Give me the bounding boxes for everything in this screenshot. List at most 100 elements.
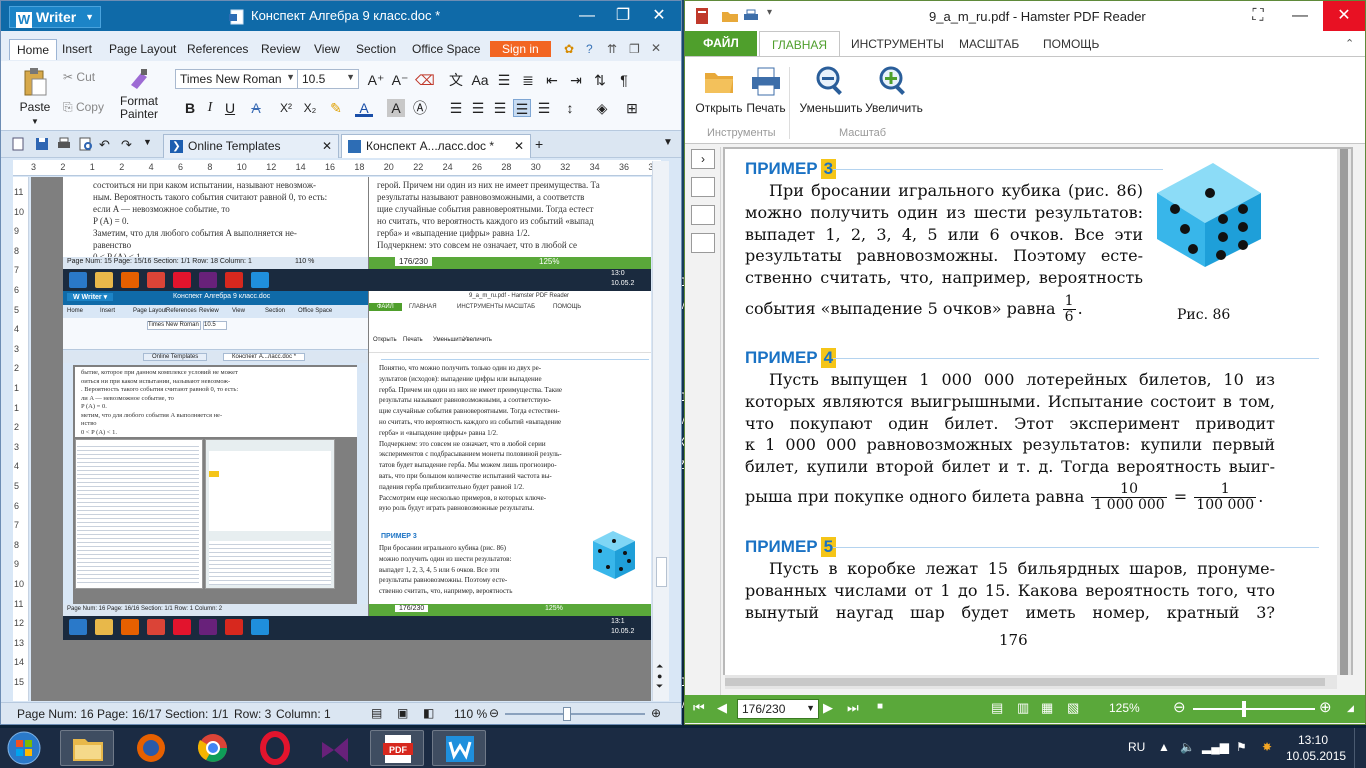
char-border-icon[interactable]: Ⓐ [411,99,429,117]
skin-icon[interactable]: ✿ [564,42,574,56]
italic-button[interactable]: I [201,99,219,117]
pdf-page[interactable]: ПРИМЕР 3 При бросании игрального кубика (… [725,149,1337,675]
print-icon[interactable] [57,137,71,151]
pdf-title-bar[interactable]: ▾ 9_a_m_ru.pdf - Hamster PDF Reader ⛶ — … [685,1,1365,31]
format-painter-button[interactable]: Format Painter [113,67,165,121]
indent-icon[interactable]: ⇥ [567,71,585,89]
writer-app-menu-button[interactable]: W Writer ▼ [9,6,101,28]
font-size-select[interactable]: 10.5 ▼ [297,69,359,89]
close-button[interactable]: ✕ [641,1,677,31]
zoom-in-icon[interactable]: ⊕ [651,706,661,720]
tab-online-templates[interactable]: ❯ Online Templates ✕ [163,134,339,158]
sign-in-button[interactable]: Sign in [490,41,551,57]
zoom-out-icon[interactable]: ⊖ [1173,698,1186,716]
menu-home[interactable]: ГЛАВНАЯ [759,31,841,57]
menu-page-layout[interactable]: Page Layout [109,42,176,56]
zoom-slider[interactable] [505,707,645,721]
menu-tools[interactable]: ИНСТРУМЕНТЫ [851,37,944,51]
menu-office-space[interactable]: Office Space [412,42,480,56]
thumbnails-icon[interactable] [691,205,715,225]
quick-access-dropdown-icon[interactable]: ▾ [767,7,772,18]
tab-list-icon[interactable]: ▼ [663,137,673,148]
vertical-ruler[interactable]: 11 10 9 8 7 6 5 4 3 2 1 1 2 3 4 5 6 7 8 9 10 11 12 13 14 15 [13,177,29,701]
show-marks-icon[interactable]: ¶ [615,71,633,89]
open-folder-icon[interactable] [721,9,739,23]
show-hidden-icons-icon[interactable]: ▲ [1158,740,1170,754]
menu-references[interactable]: References [187,42,248,56]
menu-scale[interactable]: МАСШТАБ [959,37,1019,51]
minimize-button[interactable]: — [569,1,605,31]
print-icon[interactable] [743,9,759,23]
grow-font-icon[interactable]: A⁺ [367,71,385,89]
writer-vertical-scrollbar[interactable]: ⏶ ● ⏷ [652,161,669,701]
taskbar-explorer[interactable] [60,730,114,766]
font-color-icon[interactable]: A [355,99,373,117]
cut-button[interactable]: ✂ Cut [63,71,95,84]
change-case-icon[interactable]: Aa [471,71,489,89]
next-page-icon[interactable]: ⏷ [656,681,663,692]
clock[interactable]: 13:10 10.05.2015 [1286,732,1346,764]
zoom-in-button[interactable]: Увеличить [865,65,923,115]
action-center-icon[interactable]: ⚑ [1236,740,1247,754]
resize-grip-icon[interactable]: ◢ [1347,703,1354,714]
network-icon[interactable]: ▂▄▆ [1202,740,1229,754]
align-left-icon[interactable]: ☰ [447,99,465,117]
font-name-select[interactable]: Times New Roman ▼ [175,69,299,89]
zoom-slider-thumb[interactable] [1242,701,1247,717]
web-layout-icon[interactable]: ◧ [423,706,434,720]
continuous-icon[interactable]: ▥ [1017,700,1029,716]
volume-icon[interactable]: 🔈 [1180,740,1195,754]
horizontal-ruler[interactable]: 3212468101214161820222426283032343638 [13,160,661,176]
tab-konspekt[interactable]: Конспект А...ласс.doc * ✕ [341,134,531,158]
zoom-in-icon[interactable]: ⊕ [1319,698,1332,716]
minimize-button[interactable]: — [1279,1,1321,31]
print-layout-icon[interactable]: ▤ [371,706,382,720]
pin-icon[interactable]: ⇈ [607,42,617,56]
taskbar-opera[interactable] [248,730,302,766]
line-spacing-icon[interactable]: ↕ [561,99,579,117]
taskbar-firefox[interactable] [124,730,178,766]
char-shading-icon[interactable]: A [387,99,405,117]
prev-page-icon[interactable]: ◀ [717,700,727,716]
page-number-input[interactable]: 176/230 ▼ [737,699,819,719]
last-page-icon[interactable]: ⏭ [847,700,859,716]
menu-section[interactable]: Section [356,42,396,56]
copy-button[interactable]: ⎘ Copy [63,101,104,114]
wen-icon[interactable]: 文 [447,71,465,89]
writer-title-bar[interactable]: W Writer ▼ Конспект Алгебра 9 класс.doc *… [1,1,681,31]
close-button[interactable]: ✕ [1323,1,1365,31]
tab-close-icon[interactable]: ✕ [322,139,332,153]
redo-icon[interactable]: ↷ [121,137,132,153]
save-icon[interactable] [35,137,49,151]
borders-icon[interactable]: ⊞ [623,99,641,117]
two-page-continuous-icon[interactable]: ▧ [1067,700,1079,716]
shrink-font-icon[interactable]: A⁻ [391,71,409,89]
align-right-icon[interactable]: ☰ [491,99,509,117]
list-numbers-icon[interactable]: ≣ [519,71,537,89]
text-search-icon[interactable] [691,233,715,253]
list-bullets-icon[interactable]: ☰ [495,71,513,89]
pdf-horizontal-scrollbar[interactable] [725,675,1337,689]
next-page-icon[interactable]: ▶ [823,700,833,716]
open-button[interactable]: Открыть [695,65,743,115]
fullscreen-toggle-button[interactable]: ⛶ [1237,1,1279,31]
zoom-out-button[interactable]: Уменьшить [799,65,863,115]
help-icon[interactable]: ? [586,42,593,56]
zoom-slider-thumb[interactable] [562,707,571,721]
file-menu[interactable]: ФАЙЛ [685,31,757,56]
show-desktop-button[interactable] [1354,728,1366,768]
menu-review[interactable]: Review [261,42,300,56]
tab-close-icon[interactable]: ✕ [514,139,524,153]
document-canvas[interactable]: состоиться ни при каком испытании, назыв… [31,177,651,701]
shading-icon[interactable]: ◈ [593,99,611,117]
two-page-icon[interactable]: ▦ [1041,700,1053,716]
language-indicator[interactable]: RU [1128,740,1145,754]
single-page-icon[interactable]: ▤ [991,700,1003,716]
customize-toolbar-icon[interactable]: ▼ [143,137,152,147]
underline-button[interactable]: U [221,99,239,117]
taskbar-pdf-reader[interactable]: PDF [370,730,424,766]
browse-icon[interactable]: ● [657,671,662,681]
taskbar-chrome[interactable] [186,730,240,766]
undo-icon[interactable]: ↶ [99,137,110,153]
pdf-vertical-scrollbar[interactable] [1337,149,1351,675]
